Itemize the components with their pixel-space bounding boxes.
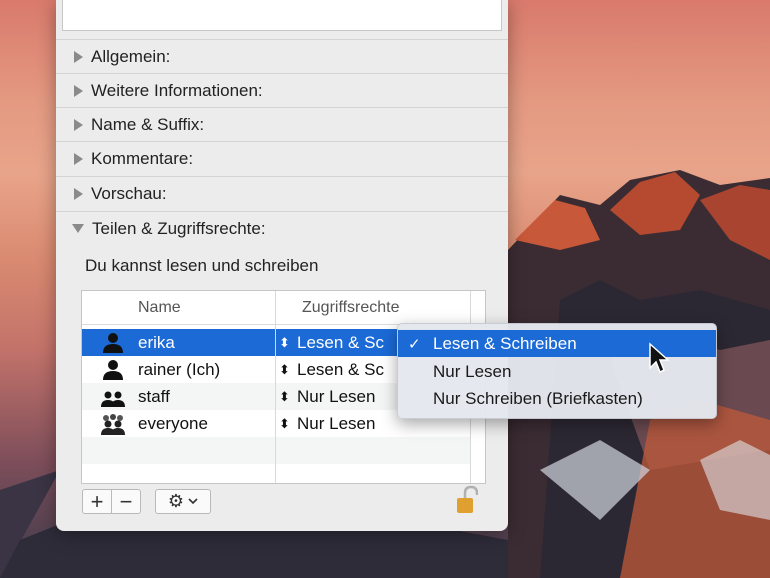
info-panel: Allgemein: Weitere Informationen: Name &… — [56, 0, 508, 531]
permission-popup[interactable]: Lesen & Sc — [297, 333, 384, 353]
user-name: staff — [138, 386, 170, 406]
column-divider — [275, 291, 276, 483]
permission-popup[interactable]: Lesen & Sc — [297, 360, 384, 380]
menu-item-label: Nur Schreiben (Briefkasten) — [433, 388, 643, 408]
disclosure-triangle-open-icon[interactable] — [72, 224, 84, 233]
comment-field[interactable] — [62, 0, 502, 31]
add-user-button[interactable]: + — [82, 489, 112, 514]
disclosure-triangle-icon[interactable] — [74, 118, 83, 131]
user-icon — [103, 360, 123, 380]
section-label: Vorschau: — [91, 183, 167, 203]
section-vorschau[interactable]: Vorschau: — [56, 176, 508, 210]
section-label: Kommentare: — [91, 148, 194, 168]
empty-row — [82, 437, 470, 464]
column-header-name[interactable]: Name — [138, 299, 181, 317]
menu-item-nur-schreiben[interactable]: Nur Schreiben (Briefkasten) — [398, 385, 716, 412]
disclosure-triangle-icon[interactable] — [74, 84, 83, 97]
stepper-icon[interactable]: ⬍ — [279, 335, 290, 351]
section-label: Teilen & Zugriffsrechte: — [92, 218, 266, 238]
menu-item-label: Lesen & Schreiben — [433, 333, 577, 353]
table-header: Name Zugriffsrechte — [82, 291, 485, 325]
checkmark-icon: ✓ — [408, 335, 421, 353]
disclosure-triangle-icon[interactable] — [74, 187, 83, 200]
permission-popup[interactable]: Nur Lesen — [297, 387, 375, 407]
action-menu-button[interactable]: ⚙ — [155, 489, 211, 514]
section-allgemein[interactable]: Allgemein: — [56, 39, 508, 73]
stepper-icon[interactable]: ⬍ — [279, 416, 290, 432]
column-header-permissions[interactable]: Zugriffsrechte — [302, 299, 400, 317]
user-name: erika — [138, 332, 175, 352]
user-name: everyone — [138, 413, 208, 433]
lock-icon[interactable] — [456, 485, 478, 515]
stepper-icon[interactable]: ⬍ — [279, 389, 290, 405]
disclosure-triangle-icon[interactable] — [74, 152, 83, 165]
mouse-pointer-icon — [649, 342, 670, 374]
minus-icon: − — [119, 488, 133, 514]
everyone-icon — [101, 414, 125, 435]
section-label: Name & Suffix: — [91, 114, 205, 134]
remove-user-button[interactable]: − — [111, 489, 141, 514]
permission-popup[interactable]: Nur Lesen — [297, 414, 375, 434]
section-kommentare[interactable]: Kommentare: — [56, 141, 508, 175]
chevron-down-icon — [188, 498, 198, 505]
section-label: Allgemein: — [91, 46, 171, 66]
permission-status: Du kannst lesen und schreiben — [85, 256, 319, 275]
user-name: rainer (Ich) — [138, 359, 221, 379]
gear-icon: ⚙ — [167, 491, 185, 511]
user-icon — [103, 333, 123, 353]
menu-item-label: Nur Lesen — [433, 361, 512, 381]
section-teilen-zugriffsrechte[interactable]: Teilen & Zugriffsrechte: — [56, 211, 508, 245]
section-weitere-informationen[interactable]: Weitere Informationen: — [56, 73, 508, 107]
disclosure-triangle-icon[interactable] — [74, 50, 83, 63]
section-name-suffix[interactable]: Name & Suffix: — [56, 107, 508, 141]
stepper-icon[interactable]: ⬍ — [279, 362, 290, 378]
group-icon — [101, 391, 125, 407]
plus-icon: + — [90, 488, 104, 514]
section-label: Weitere Informationen: — [91, 80, 263, 100]
